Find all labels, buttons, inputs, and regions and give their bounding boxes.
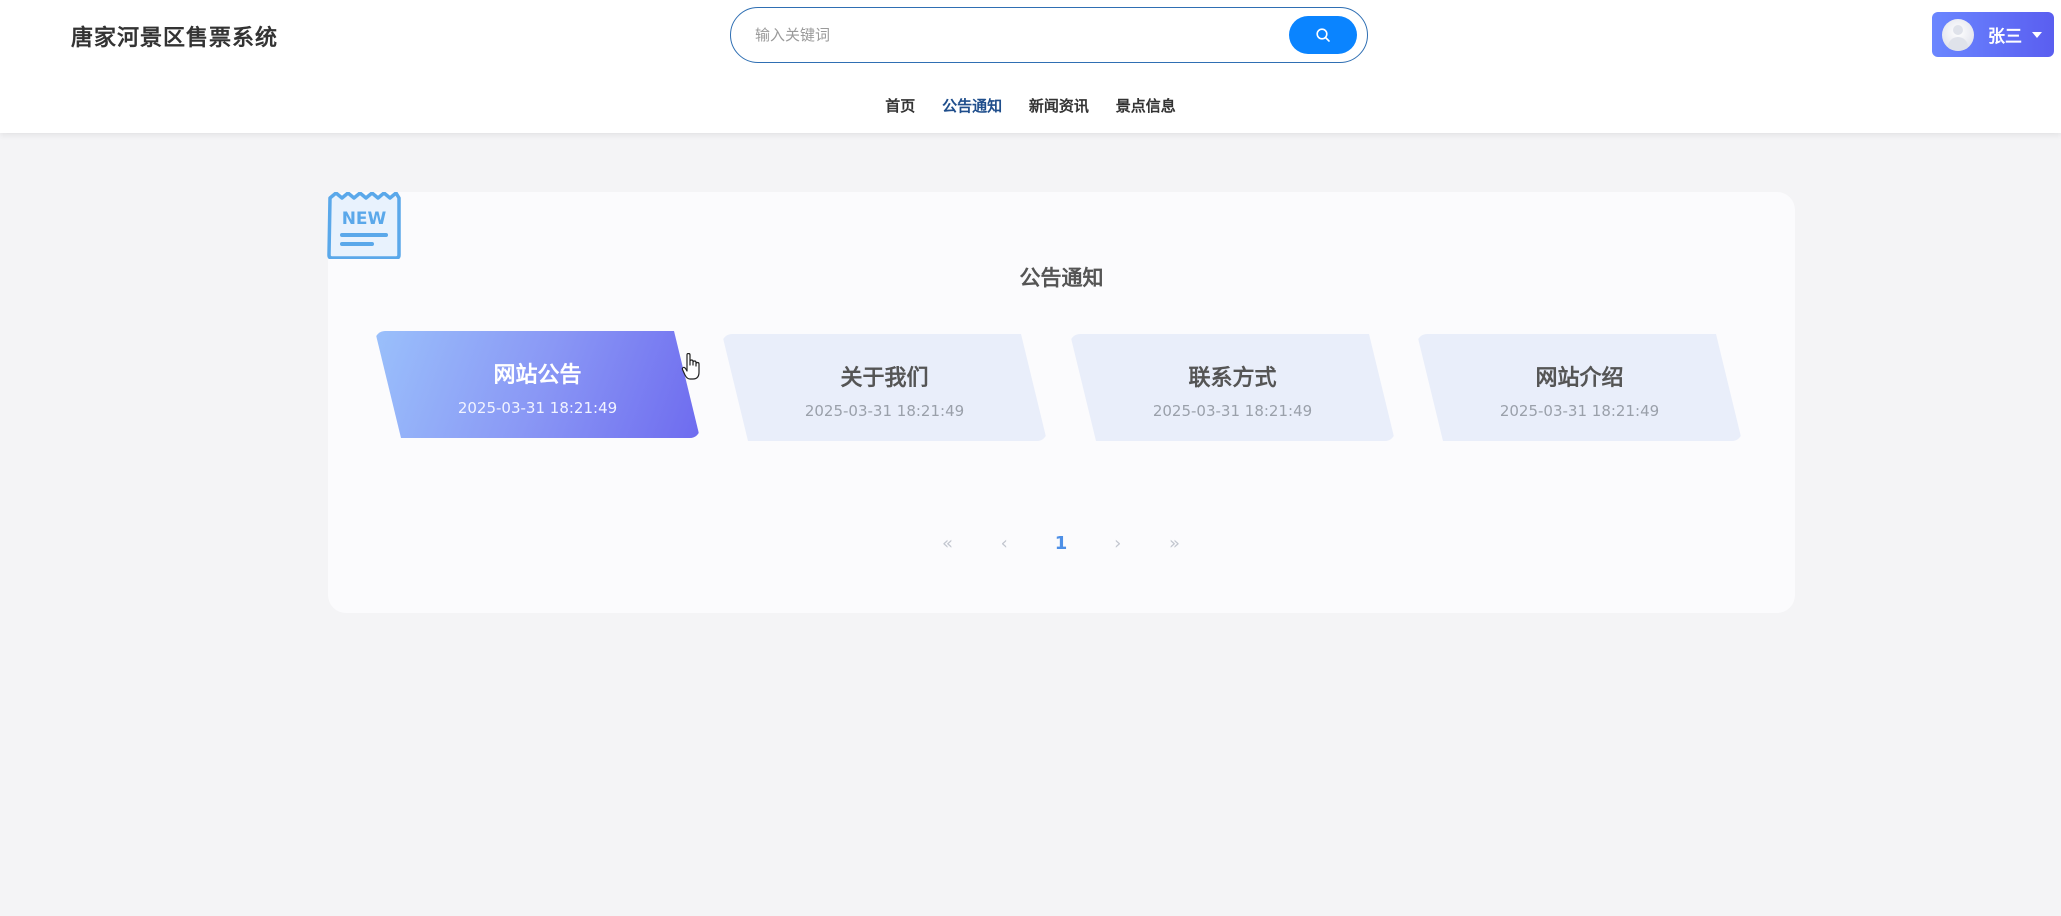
nav-item-home[interactable]: 首页 (885, 95, 915, 116)
user-menu-button[interactable]: 张三 (1932, 12, 2054, 57)
caret-down-icon (2032, 31, 2042, 38)
top-header: 唐家河景区售票系统 张三 首页 公告通知 新闻资讯 景点信息 (0, 0, 2061, 133)
site-title: 唐家河景区售票系统 (71, 26, 279, 51)
next-page-button[interactable]: › (1092, 533, 1143, 554)
new-badge-text: NEW (342, 209, 387, 229)
card-title: 联系方式 (1188, 366, 1277, 391)
search-button[interactable] (1289, 16, 1357, 54)
nav-item-news[interactable]: 新闻资讯 (1029, 95, 1089, 116)
prev-page-button[interactable]: ‹ (979, 533, 1030, 554)
card-date: 2025-03-31 18:21:49 (804, 402, 965, 420)
nav-item-announcements[interactable]: 公告通知 (942, 95, 1002, 116)
card-title: 关于我们 (840, 366, 929, 391)
search-box (730, 7, 1368, 63)
last-page-button[interactable]: » (1149, 533, 1200, 554)
announcement-card[interactable]: 联系方式 2025-03-31 18:21:49 (1070, 334, 1395, 441)
card-date: 2025-03-31 18:21:49 (1152, 402, 1313, 420)
nav-item-attractions[interactable]: 景点信息 (1116, 95, 1176, 116)
search-input[interactable] (753, 18, 1233, 52)
announcement-card[interactable]: 网站介绍 2025-03-31 18:21:49 (1417, 334, 1742, 441)
avatar-icon (1942, 18, 1974, 51)
first-page-button[interactable]: « (922, 533, 973, 554)
card-date: 2025-03-31 18:21:49 (1499, 402, 1660, 420)
new-badge-icon: NEW (327, 192, 401, 259)
card-title: 网站介绍 (1535, 366, 1624, 391)
page-number[interactable]: 1 (1036, 533, 1087, 554)
main-nav: 首页 公告通知 新闻资讯 景点信息 (0, 95, 2061, 116)
search-icon (1316, 28, 1330, 42)
hand-cursor-icon (681, 353, 700, 380)
pagination: « ‹ 1 › » (0, 533, 2061, 554)
card-date: 2025-03-31 18:21:49 (457, 399, 618, 417)
announcement-card[interactable]: 网站公告 2025-03-31 18:21:49 (375, 331, 700, 438)
card-title: 网站公告 (493, 363, 582, 388)
page-title: 公告通知 (1019, 266, 1104, 290)
user-name: 张三 (1988, 27, 2022, 47)
announcement-card[interactable]: 关于我们 2025-03-31 18:21:49 (722, 334, 1047, 441)
